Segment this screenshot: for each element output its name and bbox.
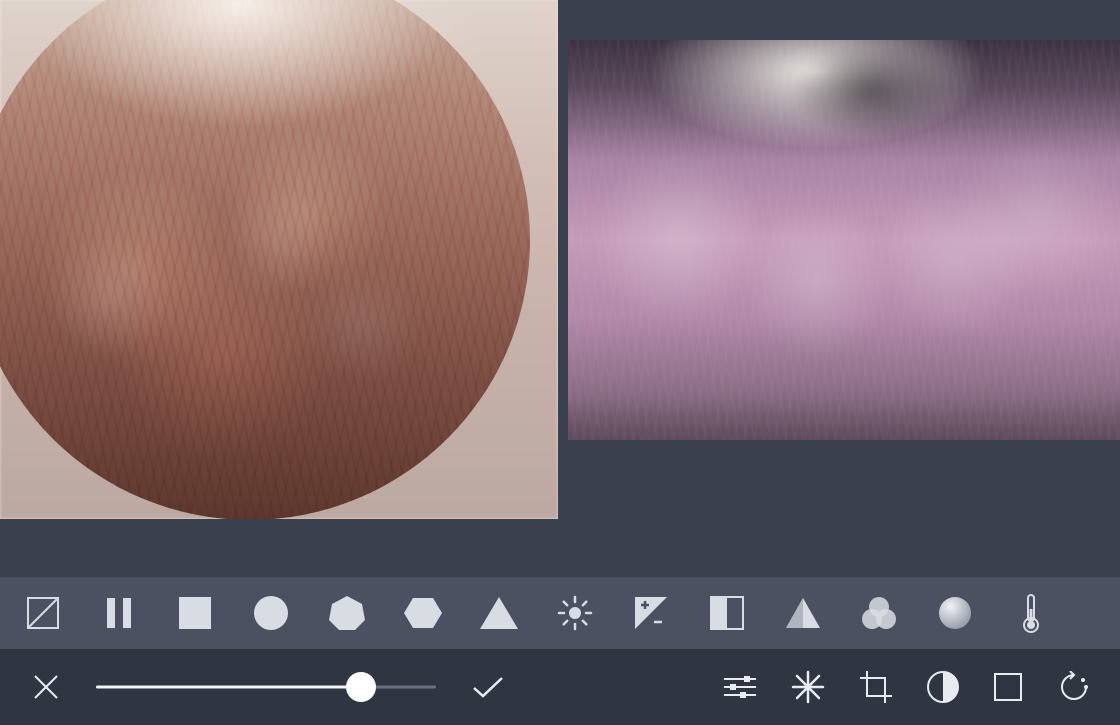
circle-filled-icon	[253, 595, 289, 631]
slider-knob[interactable]	[346, 672, 376, 702]
half-circle-icon	[926, 670, 960, 704]
check-icon	[471, 674, 505, 700]
bars-icon	[105, 596, 133, 630]
venn-circles-icon	[859, 595, 899, 631]
highlights-button[interactable]	[780, 590, 826, 636]
hexagon-shape-button[interactable]	[400, 590, 446, 636]
square-filled-icon	[178, 596, 212, 630]
exposure-button[interactable]	[628, 590, 674, 636]
preview-right	[558, 0, 1120, 577]
shape-toolbar	[0, 577, 1120, 649]
canvas-area	[0, 0, 1120, 577]
shadows-icon	[710, 596, 744, 630]
sliders-icon	[722, 672, 758, 702]
hexagon-filled-icon	[403, 596, 443, 630]
thermometer-icon	[1021, 593, 1041, 633]
triangle-filled-icon	[479, 596, 519, 630]
preview-right-header	[558, 0, 1120, 40]
slider-fill	[96, 686, 361, 689]
effects-button[interactable]	[790, 669, 826, 705]
control-bar	[0, 649, 1120, 725]
square-shape-button[interactable]	[172, 590, 218, 636]
frame-button[interactable]	[992, 671, 1024, 703]
preview-photo-original[interactable]	[568, 40, 1120, 440]
cancel-button[interactable]	[28, 673, 64, 701]
brightness-icon	[556, 594, 594, 632]
brightness-button[interactable]	[552, 590, 598, 636]
sparkle-icon	[790, 669, 826, 705]
triangle-shape-button[interactable]	[476, 590, 522, 636]
reset-button[interactable]	[1056, 671, 1092, 703]
heptagon-filled-icon	[328, 595, 366, 631]
square-outline-icon	[992, 671, 1024, 703]
saturation-button[interactable]	[932, 590, 978, 636]
intensity-slider[interactable]	[96, 667, 436, 707]
parallel-bars-button[interactable]	[96, 590, 142, 636]
apply-button[interactable]	[468, 674, 508, 700]
preview-left-circle-mask[interactable]	[0, 0, 558, 519]
adjustments-button[interactable]	[722, 672, 758, 702]
heptagon-shape-button[interactable]	[324, 590, 370, 636]
exposure-icon	[634, 596, 668, 630]
temperature-button[interactable]	[1008, 590, 1054, 636]
shadows-button[interactable]	[704, 590, 750, 636]
no-shape-button[interactable]	[20, 590, 66, 636]
crop-button[interactable]	[858, 669, 894, 705]
square-diagonal-icon	[26, 596, 60, 630]
highlights-triangle-icon	[784, 596, 822, 630]
contrast-button[interactable]	[926, 670, 960, 704]
close-icon	[32, 673, 60, 701]
sphere-icon	[937, 595, 973, 631]
crop-icon	[858, 669, 894, 705]
circle-shape-button[interactable]	[248, 590, 294, 636]
circle-shape-mask	[0, 0, 530, 519]
undo-icon	[1056, 671, 1092, 703]
color-channels-button[interactable]	[856, 590, 902, 636]
